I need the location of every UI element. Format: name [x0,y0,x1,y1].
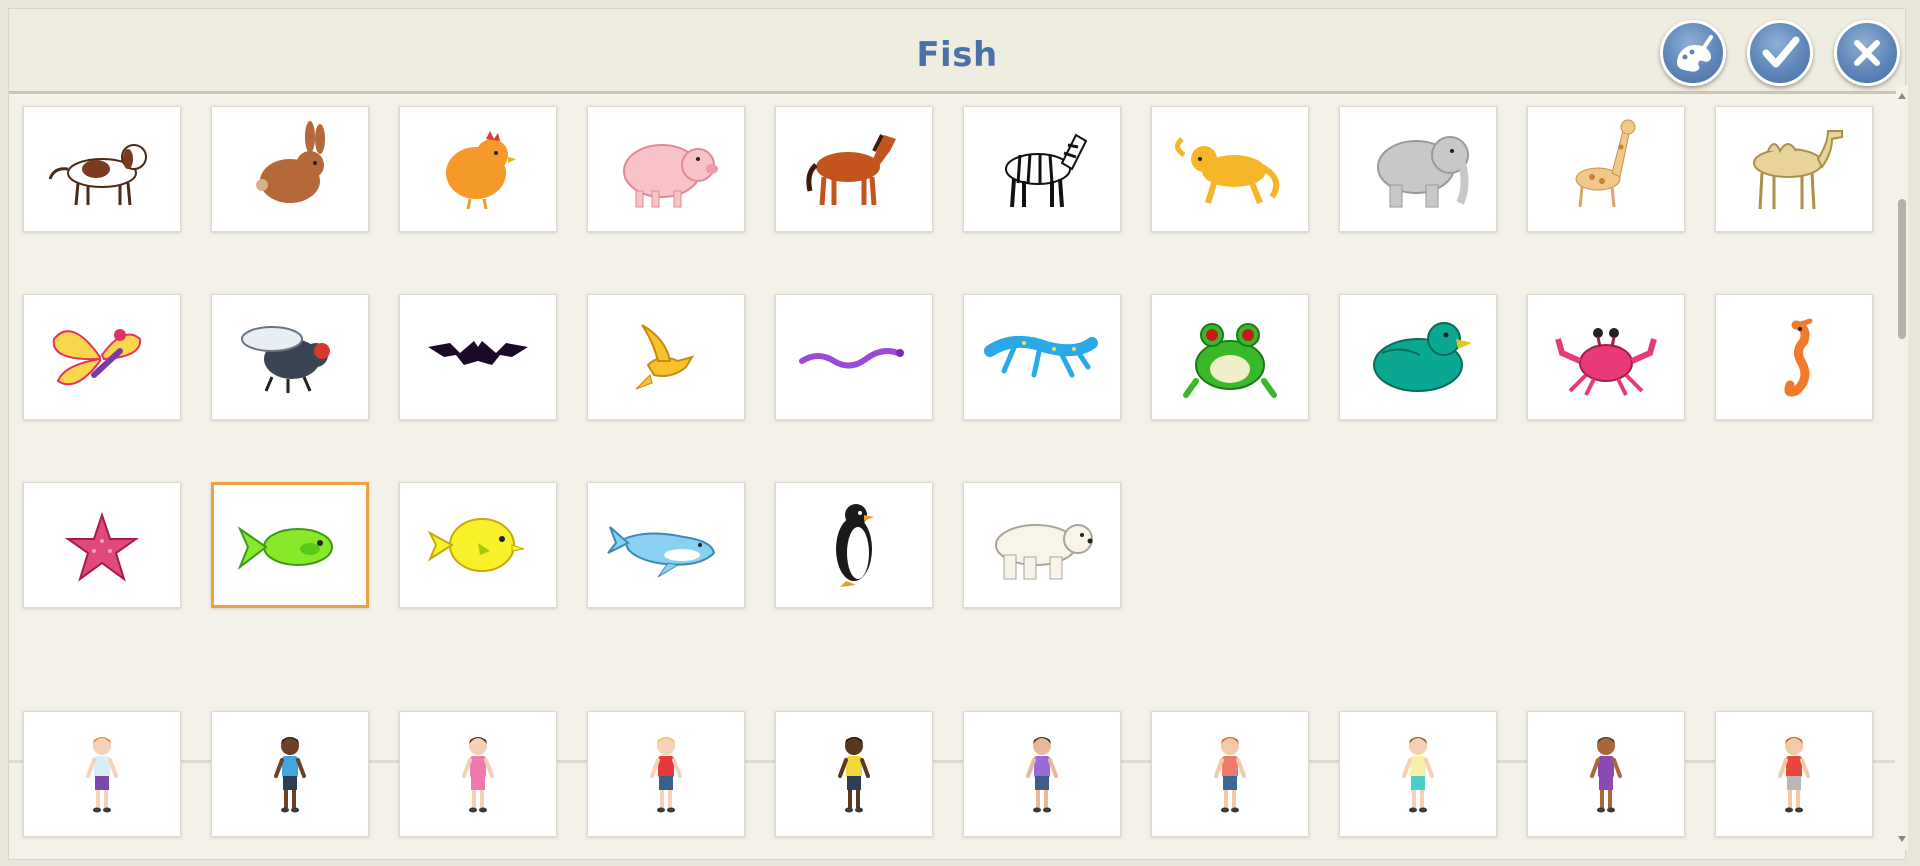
sprite-tile-camel[interactable] [1715,106,1873,232]
duck-icon [1373,322,1472,392]
sprite-tile-bat[interactable] [399,294,557,420]
green-fish-icon [237,526,333,571]
sprite-tile-snake[interactable] [775,294,933,420]
sprite-tile-boy-purple-shirt[interactable] [963,711,1121,837]
close-icon [1854,40,1880,66]
sprite-tile-yellow-fish[interactable] [399,482,557,608]
sprite-tile-crab[interactable] [1527,294,1685,420]
sprite-tile-pig[interactable] [587,106,745,232]
paintbrush-icon [1677,35,1713,72]
sprite-tile-chick[interactable] [399,106,557,232]
rabbit-icon [256,121,325,203]
sprite-tile-zebra[interactable] [963,106,1121,232]
sprite-tile-girl-yellow-top[interactable] [1339,711,1497,837]
sprite-tile-boy-red-hair[interactable] [1151,711,1309,837]
sprite-tile-bird[interactable] [587,294,745,420]
whale-icon [607,526,716,578]
sprite-tile-monkey[interactable] [1151,106,1309,232]
fly-icon [241,326,330,393]
girl-blue-shirt-icon [274,737,306,813]
boy-red-shirt-icon [650,737,682,813]
sprite-tile-girl-red-hair[interactable] [23,711,181,837]
seahorse-icon [1784,318,1813,397]
page-title: Fish [916,35,998,75]
sprite-tile-seahorse[interactable] [1715,294,1873,420]
sprite-tile-giraffe[interactable] [1527,106,1685,232]
horse-icon [806,134,896,206]
sprite-tile-girl-blue-shirt[interactable] [211,711,369,837]
sprite-tile-horse[interactable] [775,106,933,232]
frog-icon [1183,323,1277,398]
sprite-tile-green-fish[interactable] [211,482,369,608]
sprite-tile-dog[interactable] [23,106,181,232]
sprite-tile-boy-red-shirt[interactable] [587,711,745,837]
sprite-tile-boy-grey-shorts[interactable] [1715,711,1873,837]
sprite-tile-boy-yellow-shirt[interactable] [775,711,933,837]
monkey-icon [1175,137,1280,205]
girl-pink-dress-icon [462,737,494,813]
pig-icon [623,144,718,208]
sprite-library-window: Fish [8,8,1906,860]
scroll-up-arrow-icon[interactable] [1898,93,1906,99]
snake-icon [799,348,904,369]
yellow-fish-icon [427,518,525,572]
camel-icon [1753,130,1843,210]
scroll-down-arrow-icon[interactable] [1898,836,1906,842]
giraffe-icon [1575,119,1636,208]
close-button[interactable] [1834,20,1900,86]
sprite-tile-rabbit[interactable] [211,106,369,232]
sprite-tile-penguin[interactable] [775,482,933,608]
starfish-icon [64,511,140,582]
boy-grey-shorts-icon [1778,737,1810,813]
boy-red-hair-icon [1214,737,1246,813]
vertical-scrollbar[interactable] [1896,85,1908,850]
girl-yellow-top-icon [1402,737,1434,813]
girl-red-hair-icon [86,737,118,813]
checkmark-icon [1762,36,1800,68]
sprite-tile-girl-purple-top[interactable] [1527,711,1685,837]
sprite-tile-polar-bear[interactable] [963,482,1121,608]
sprite-tile-fly[interactable] [211,294,369,420]
dog-icon [48,144,147,206]
header-bar: Fish [9,9,1905,94]
scrollbar-thumb[interactable] [1898,199,1906,339]
sprite-grid-area [9,94,1895,859]
sprite-tile-elephant[interactable] [1339,106,1497,232]
sprite-tile-girl-pink-dress[interactable] [399,711,557,837]
paint-button[interactable] [1660,20,1726,86]
butterfly-icon [52,329,142,386]
confirm-button[interactable] [1747,20,1813,86]
sprite-tile-duck[interactable] [1339,294,1497,420]
girl-purple-top-icon [1590,737,1622,813]
sprite-tile-starfish[interactable] [23,482,181,608]
bird-icon [635,324,695,390]
crab-icon [1555,328,1657,396]
polar-bear-icon [995,524,1093,580]
chick-icon [446,131,516,210]
zebra-icon [1005,133,1088,208]
boy-purple-shirt-icon [1026,737,1058,813]
sprite-tile-butterfly[interactable] [23,294,181,420]
boy-yellow-shirt-icon [838,737,870,813]
bat-icon [428,341,528,365]
penguin-icon [836,504,874,587]
sprite-tile-whale[interactable] [587,482,745,608]
lizard-icon [984,335,1098,378]
sprite-tile-frog[interactable] [1151,294,1309,420]
elephant-icon [1377,136,1469,208]
sprite-tile-lizard[interactable] [963,294,1121,420]
